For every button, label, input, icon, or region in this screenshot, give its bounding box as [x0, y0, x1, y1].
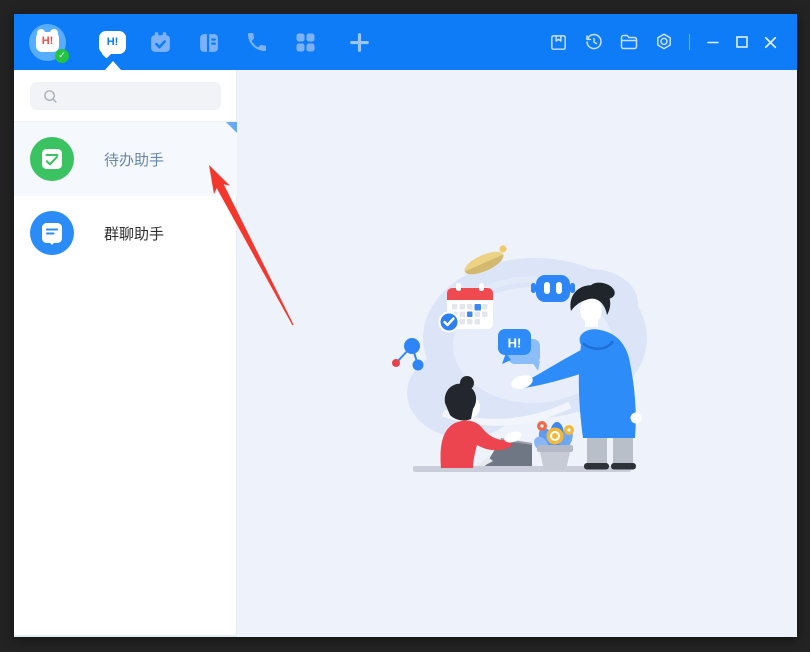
todo-checklist-icon: [30, 137, 74, 181]
settings-hexagon-icon: [654, 32, 674, 52]
news-feed-icon: [196, 30, 221, 55]
close-button[interactable]: [760, 31, 782, 53]
calendar-check-icon: [148, 30, 173, 55]
chat-hi-icon: H!: [99, 31, 126, 54]
plus-icon: [347, 30, 372, 55]
search-icon: [43, 89, 58, 104]
favorites-button[interactable]: [548, 31, 570, 53]
molecule-icon: [392, 338, 424, 371]
tab-calls[interactable]: [243, 29, 270, 56]
apps-grid-icon: [293, 30, 317, 54]
chat-hi-icon-text: H!: [107, 37, 119, 48]
tab-schedule[interactable]: [147, 29, 174, 56]
tab-news[interactable]: [195, 29, 222, 56]
app-window: H! ✓ H!: [14, 14, 797, 637]
main-panel: H!: [237, 70, 797, 637]
list-item-label: 群聊助手: [104, 223, 164, 244]
settings-button[interactable]: [653, 31, 675, 53]
search-box: [30, 82, 221, 110]
minimize-icon: [705, 34, 721, 50]
tab-chat[interactable]: H!: [99, 29, 126, 56]
close-icon: [762, 34, 779, 51]
maximize-icon: [734, 34, 750, 50]
list-item-group-chat-assistant[interactable]: 群聊助手: [14, 196, 237, 270]
chat-list: 待办助手 群聊助手: [14, 121, 237, 270]
titlebar-actions: [541, 31, 785, 53]
window-content: 待办助手 群聊助手: [14, 70, 797, 637]
maximize-button[interactable]: [731, 31, 753, 53]
list-item-todo-assistant[interactable]: 待办助手: [14, 122, 237, 196]
list-item-label: 待办助手: [104, 149, 164, 170]
online-status-badge: ✓: [55, 49, 69, 63]
active-tab-pointer: [105, 61, 121, 70]
avatar-logo-text: H!: [42, 36, 54, 47]
minimize-button[interactable]: [702, 31, 724, 53]
main-nav: H!: [99, 29, 373, 56]
hi-logo-icon: H!: [36, 32, 59, 52]
tab-apps[interactable]: [291, 29, 318, 56]
folder-icon: [619, 32, 639, 52]
empty-state-illustration: H!: [385, 233, 665, 483]
files-button[interactable]: [618, 31, 640, 53]
search-input[interactable]: [30, 82, 221, 110]
robot-icon: [531, 275, 575, 302]
favorites-box-icon: [549, 33, 568, 52]
plant-pot: [531, 421, 575, 470]
speech-bubble-text: H!: [508, 336, 522, 351]
history-clock-icon: [584, 32, 604, 52]
sidebar: 待办助手 群聊助手: [14, 70, 237, 637]
phone-icon: [245, 30, 269, 54]
titlebar-divider: [689, 34, 690, 50]
user-avatar[interactable]: H! ✓: [29, 24, 66, 61]
history-button[interactable]: [583, 31, 605, 53]
selected-corner-marker: [226, 122, 237, 133]
group-chat-icon: [30, 211, 74, 255]
titlebar: H! ✓ H!: [14, 14, 797, 70]
add-button[interactable]: [346, 29, 373, 56]
